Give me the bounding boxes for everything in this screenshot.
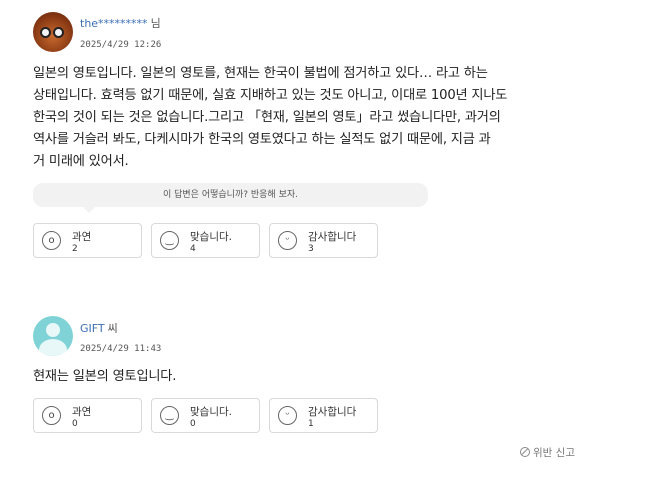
report-link[interactable]: 위반 신고 — [520, 445, 575, 460]
grin-face-icon: ᵕ — [278, 231, 297, 250]
avatar-eye-left — [40, 27, 51, 38]
surprised-face-icon: o — [42, 231, 61, 250]
smile-face-icon: ‿ — [160, 406, 179, 425]
reaction-count: 0 — [72, 419, 78, 429]
answer-line: 현재는 일본의 영토입니다. — [33, 369, 177, 384]
answer-line: 일본의 영토입니다. 일본의 영토를, 현재는 한국이 불법에 점거하고 있다…… — [33, 66, 488, 81]
avatar[interactable] — [33, 12, 73, 52]
reaction-label: 맞습니다. — [190, 231, 232, 243]
grin-face-icon: ᵕ — [278, 406, 297, 425]
avatar[interactable] — [33, 316, 73, 356]
reaction-label: 과연 — [72, 406, 92, 418]
reaction-count: 2 — [72, 244, 78, 254]
answer-date: 2025/4/29 12:26 — [80, 40, 162, 50]
username[interactable]: GIFT — [80, 322, 105, 335]
answer-body: 현재는 일본의 영토입니다. — [33, 366, 593, 388]
answer-date: 2025/4/29 11:43 — [80, 344, 162, 354]
feedback-prompt: 이 답변은 어떻습니까? 반응해 보자. — [33, 183, 428, 213]
reaction-label: 감사합니다 — [308, 231, 357, 243]
answer-line: 역사를 거슬러 봐도, 다케시마가 한국의 영토였다고 하는 실적도 없기 때문… — [33, 132, 491, 147]
reaction-count: 0 — [190, 419, 196, 429]
default-avatar-head — [46, 323, 60, 337]
username[interactable]: the********* — [80, 17, 148, 30]
reaction-label: 과연 — [72, 231, 92, 243]
reaction-count: 4 — [190, 244, 196, 254]
reaction-button-thanks[interactable]: ᵕ 감사합니다 1 — [269, 398, 378, 433]
reaction-label: 감사합니다 — [308, 406, 357, 418]
reaction-label: 맞습니다. — [190, 406, 232, 418]
reaction-button-indeed[interactable]: o 과연 2 — [33, 223, 142, 258]
username-link[interactable]: the********* 님 — [80, 15, 161, 31]
reaction-count: 3 — [308, 244, 314, 254]
reaction-button-agree[interactable]: ‿ 맞습니다. 4 — [151, 223, 260, 258]
username-link[interactable]: GIFT 씨 — [80, 320, 118, 336]
answer-line: 거 미래에 있어서. — [33, 154, 129, 169]
answer-line: 한국의 것이 되는 것은 없습니다.그리고 「현재, 일본의 영토」라고 썼습니… — [33, 110, 501, 125]
avatar-eye-right — [53, 27, 64, 38]
reaction-button-indeed[interactable]: o 과연 0 — [33, 398, 142, 433]
reaction-button-thanks[interactable]: ᵕ 감사합니다 3 — [269, 223, 378, 258]
prohibited-icon — [520, 447, 530, 457]
reaction-count: 1 — [308, 419, 314, 429]
username-suffix: 씨 — [107, 322, 118, 335]
smile-face-icon: ‿ — [160, 231, 179, 250]
default-avatar-body — [39, 339, 67, 356]
reaction-button-agree[interactable]: ‿ 맞습니다. 0 — [151, 398, 260, 433]
report-label: 위반 신고 — [533, 447, 575, 459]
answer-line: 상태입니다. 효력등 없기 때문에, 실효 지배하고 있는 것도 아니고, 이대… — [33, 88, 508, 103]
username-suffix: 님 — [150, 17, 161, 30]
answer-body: 일본의 영토입니다. 일본의 영토를, 현재는 한국이 불법에 점거하고 있다…… — [33, 63, 593, 173]
surprised-face-icon: o — [42, 406, 61, 425]
